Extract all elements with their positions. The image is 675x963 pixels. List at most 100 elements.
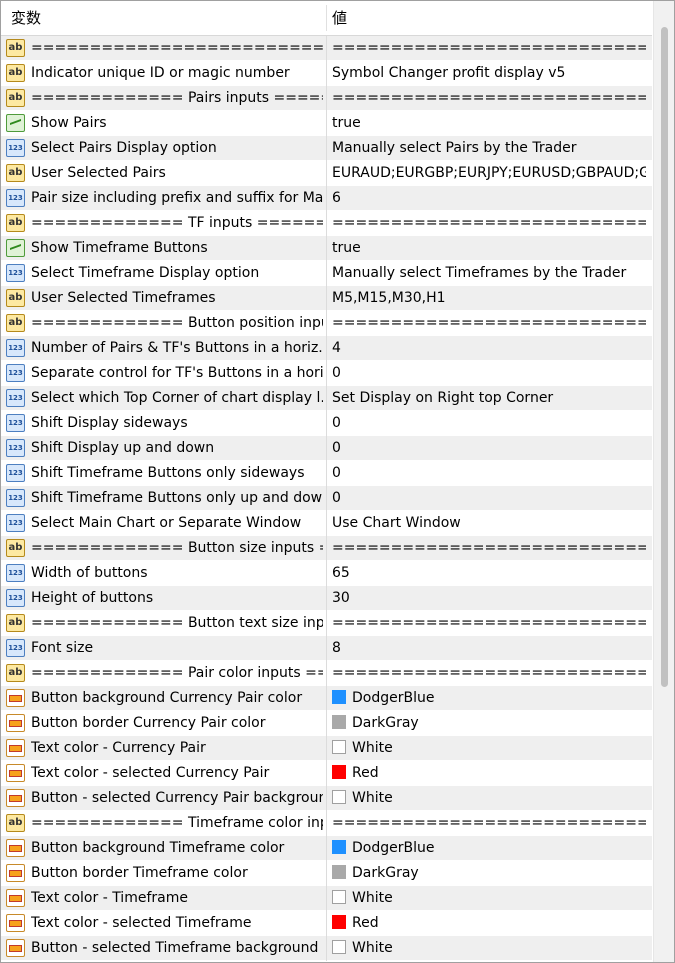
parameter-value[interactable]: Manually select Pairs by the Trader (332, 136, 646, 160)
table-row[interactable]: Select Main Chart or Separate Window Use … (1, 511, 652, 536)
table-row[interactable]: ============= Pairs inputs ======... ====… (1, 86, 652, 111)
table-row[interactable]: Select Pairs Display option Manually sele… (1, 136, 652, 161)
table-row[interactable]: ============= Timeframe color input... ==… (1, 811, 652, 836)
table-row[interactable]: Button - selected Currency Pair backgrou… (1, 786, 652, 811)
parameter-value[interactable]: Set Display on Right top Corner (332, 386, 646, 410)
parameter-name: Button - selected Currency Pair backgrou… (31, 790, 323, 806)
string-type-icon (6, 664, 25, 682)
table-row[interactable]: Number of Pairs & TF's Buttons in a hori… (1, 336, 652, 361)
parameter-name: ==============================... (31, 40, 323, 56)
parameter-value[interactable]: Symbol Changer profit display v5 (332, 61, 646, 85)
parameter-value[interactable]: Red (332, 761, 646, 785)
table-row[interactable]: Select Timeframe Display option Manually … (1, 261, 652, 286)
table-row[interactable]: Select which Top Corner of chart display… (1, 386, 652, 411)
parameter-value[interactable]: M5,M15,M30,H1 (332, 286, 646, 310)
parameter-value[interactable]: ================================... (332, 611, 646, 635)
table-row[interactable]: Text color - Timeframe White (1, 886, 652, 911)
parameter-value[interactable]: DodgerBlue (332, 836, 646, 860)
numeric-type-icon (6, 364, 25, 382)
table-row[interactable]: Pair size including prefix and suffix fo… (1, 186, 652, 211)
table-row[interactable]: Shift Display sideways 0 (1, 411, 652, 436)
table-row[interactable]: Text color - selected Timeframe Red (1, 911, 652, 936)
color-swatch (332, 890, 346, 904)
parameter-value[interactable]: ================================... (332, 536, 646, 560)
parameter-value-text: Red (352, 915, 379, 931)
table-row[interactable]: Button - selected Timeframe background .… (1, 936, 652, 961)
table-row[interactable]: Button background Currency Pair color Dod… (1, 686, 652, 711)
parameter-value[interactable]: White (332, 786, 646, 810)
table-row[interactable]: Text color - selected Currency Pair Red (1, 761, 652, 786)
parameter-value-text: 4 (332, 340, 341, 356)
parameter-value[interactable]: White (332, 736, 646, 760)
parameter-value-text: Manually select Timeframes by the Trader (332, 265, 627, 281)
parameter-value[interactable]: true (332, 236, 646, 260)
parameter-value[interactable]: 6 (332, 186, 646, 210)
table-row[interactable]: ==============================... =======… (1, 36, 652, 61)
parameter-value[interactable]: 0 (332, 361, 646, 385)
parameter-value[interactable]: 0 (332, 436, 646, 460)
table-row[interactable]: ============= Button text size input... =… (1, 611, 652, 636)
parameter-name: Shift Timeframe Buttons only up and down (31, 490, 323, 506)
table-row[interactable]: ============= Pair color inputs ===... ==… (1, 661, 652, 686)
table-row[interactable]: Width of buttons 65 (1, 561, 652, 586)
parameter-value[interactable]: Manually select Timeframes by the Trader (332, 261, 646, 285)
parameter-value[interactable]: true (332, 111, 646, 135)
cell-divider (326, 161, 327, 186)
numeric-type-icon (6, 389, 25, 407)
parameter-value[interactable]: ================================... (332, 86, 646, 110)
table-row[interactable]: Text color - Currency Pair White (1, 736, 652, 761)
parameter-value[interactable]: ================================... (332, 661, 646, 685)
table-row[interactable]: User Selected Timeframes M5,M15,M30,H1 (1, 286, 652, 311)
table-row[interactable]: User Selected Pairs EURAUD;EURGBP;EURJPY;… (1, 161, 652, 186)
parameter-value[interactable]: ================================... (332, 811, 646, 835)
table-row[interactable]: Separate control for TF's Buttons in a h… (1, 361, 652, 386)
column-header-value[interactable]: 値 (332, 1, 347, 35)
column-header-variable[interactable]: 変数 (11, 1, 41, 35)
table-row[interactable]: Button background Timeframe color DodgerB… (1, 836, 652, 861)
color-type-icon (6, 714, 25, 732)
table-row[interactable]: Shift Timeframe Buttons only sideways 0 (1, 461, 652, 486)
color-type-icon (6, 864, 25, 882)
parameter-name: Select Timeframe Display option (31, 265, 260, 281)
table-row[interactable]: Button border Currency Pair color DarkGra… (1, 711, 652, 736)
table-row[interactable]: Show Timeframe Buttons true (1, 236, 652, 261)
parameter-value[interactable]: 4 (332, 336, 646, 360)
parameter-value[interactable]: Use Chart Window (332, 511, 646, 535)
parameter-value-text: DarkGray (352, 715, 419, 731)
table-row[interactable]: Button border Timeframe color DarkGray (1, 861, 652, 886)
parameter-value-text: ================================... (332, 615, 646, 631)
table-row[interactable]: ============= Button size inputs ==... ==… (1, 536, 652, 561)
column-divider[interactable] (326, 5, 327, 31)
parameter-value[interactable]: DarkGray (332, 711, 646, 735)
parameter-value[interactable]: EURAUD;EURGBP;EURJPY;EURUSD;GBPAUD;GB... (332, 161, 646, 185)
parameter-value[interactable]: White (332, 886, 646, 910)
parameter-value[interactable]: ================================... (332, 211, 646, 235)
parameter-value[interactable]: Red (332, 911, 646, 935)
table-row[interactable]: Shift Display up and down 0 (1, 436, 652, 461)
parameter-value[interactable]: 65 (332, 561, 646, 585)
parameter-value[interactable]: White (332, 936, 646, 960)
parameter-value[interactable]: 30 (332, 586, 646, 610)
table-row[interactable]: ============= Button position inputs... =… (1, 311, 652, 336)
color-type-icon (6, 914, 25, 932)
parameter-value[interactable]: 8 (332, 636, 646, 660)
parameter-value-text: Use Chart Window (332, 515, 461, 531)
parameter-value[interactable]: DarkGray (332, 861, 646, 885)
parameter-name: ============= TF inputs ========... (31, 215, 323, 231)
parameter-value[interactable]: 0 (332, 461, 646, 485)
scrollbar-thumb[interactable] (661, 27, 668, 687)
table-row[interactable]: Shift Timeframe Buttons only up and down… (1, 486, 652, 511)
vertical-scrollbar[interactable] (653, 1, 674, 962)
cell-divider (326, 286, 327, 311)
table-row[interactable]: Font size 8 (1, 636, 652, 661)
table-row[interactable]: Indicator unique ID or magic number Symbo… (1, 61, 652, 86)
parameter-value[interactable]: 0 (332, 411, 646, 435)
parameter-value[interactable]: 0 (332, 486, 646, 510)
parameter-value-text: 30 (332, 590, 350, 606)
parameter-value[interactable]: ================================... (332, 311, 646, 335)
table-row[interactable]: ============= TF inputs ========... =====… (1, 211, 652, 236)
table-row[interactable]: Height of buttons 30 (1, 586, 652, 611)
parameter-value[interactable]: ================================... (332, 36, 646, 60)
parameter-value[interactable]: DodgerBlue (332, 686, 646, 710)
table-row[interactable]: Show Pairs true (1, 111, 652, 136)
